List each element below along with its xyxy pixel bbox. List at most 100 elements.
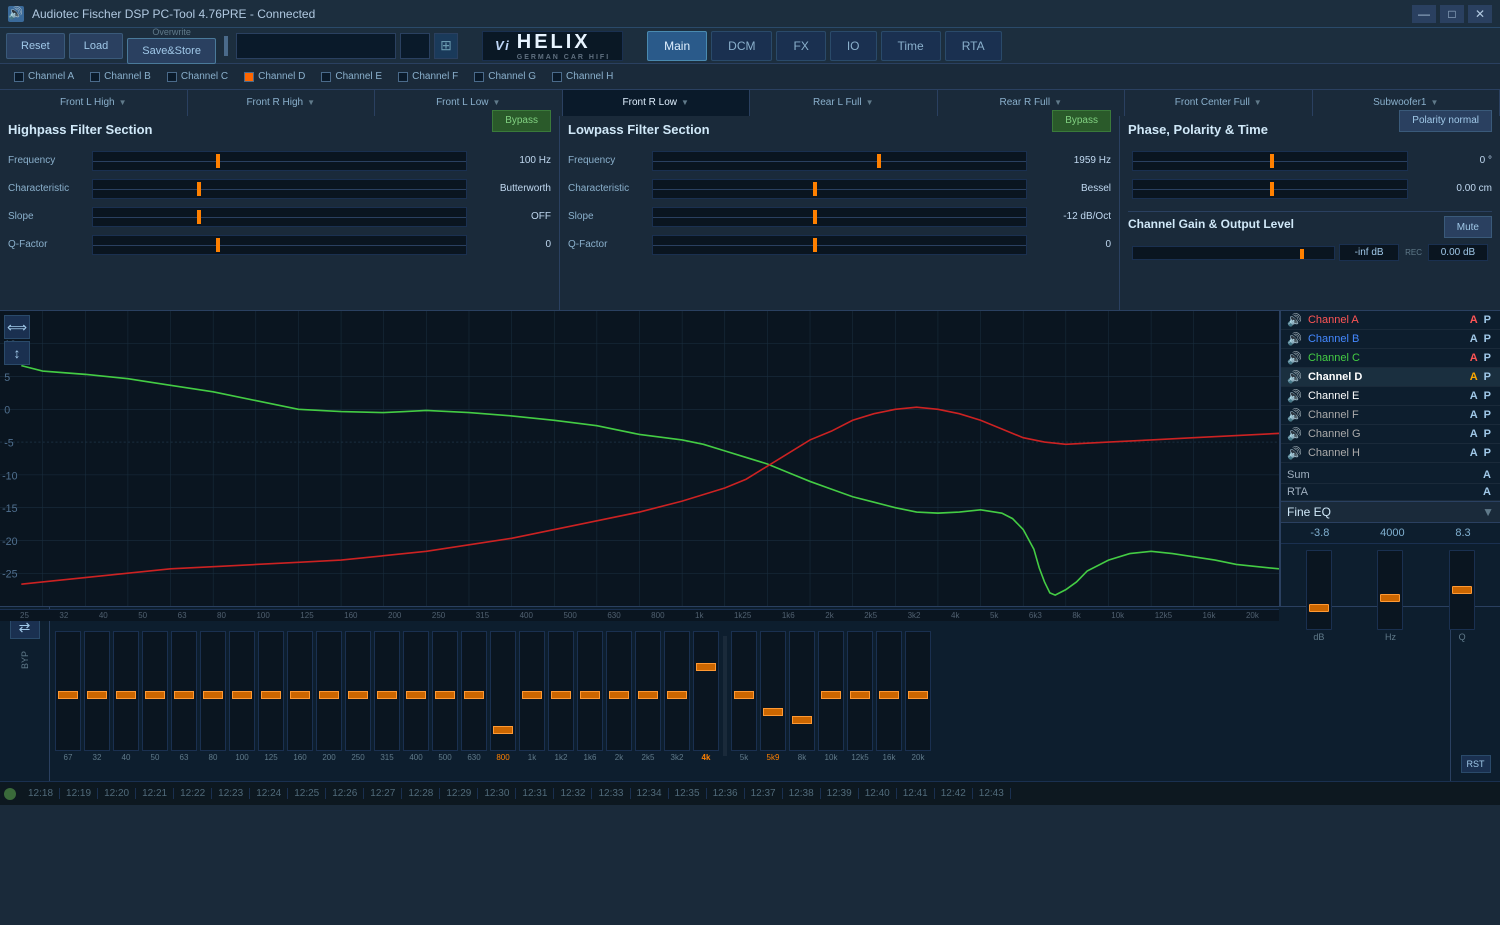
eq-thumb-50[interactable] xyxy=(145,691,165,699)
gain-slider[interactable] xyxy=(1132,246,1335,260)
hp-slope-thumb[interactable] xyxy=(197,210,201,224)
fine-eq-db-thumb[interactable] xyxy=(1309,604,1329,612)
eq-track-400[interactable] xyxy=(403,631,429,751)
sound-icon-d[interactable]: 🔊 xyxy=(1287,370,1302,384)
lp-q-thumb[interactable] xyxy=(813,238,817,252)
eq-track-40[interactable] xyxy=(113,631,139,751)
eq-track-1k[interactable] xyxy=(519,631,545,751)
eq-thumb-1k[interactable] xyxy=(522,691,542,699)
eq-thumb-200[interactable] xyxy=(319,691,339,699)
channel-c-checkbox[interactable] xyxy=(167,72,177,82)
eq-track-1k2[interactable] xyxy=(548,631,574,751)
channel-c-check[interactable]: Channel C xyxy=(159,71,236,82)
eq-track-125[interactable] xyxy=(258,631,284,751)
eq-track-1k6[interactable] xyxy=(577,631,603,751)
eq-track-2k5[interactable] xyxy=(635,631,661,751)
fine-eq-hz-thumb[interactable] xyxy=(1380,594,1400,602)
eq-thumb-80[interactable] xyxy=(203,691,223,699)
channel-h-check[interactable]: Channel H xyxy=(544,71,621,82)
hp-freq-slider[interactable] xyxy=(92,151,467,171)
channel-a-check[interactable]: Channel A xyxy=(6,71,82,82)
channel-e-checkbox[interactable] xyxy=(321,72,331,82)
eq-track-10k[interactable] xyxy=(818,631,844,751)
lp-slope-thumb[interactable] xyxy=(813,210,817,224)
eq-thumb-1k6[interactable] xyxy=(580,691,600,699)
eq-track-2k[interactable] xyxy=(606,631,632,751)
eq-thumb-125[interactable] xyxy=(261,691,281,699)
eq-track-100[interactable] xyxy=(229,631,255,751)
sidebar-ch-g-active[interactable]: A xyxy=(1467,428,1481,440)
eq-thumb-2k5[interactable] xyxy=(638,691,658,699)
eq-track-500[interactable] xyxy=(432,631,458,751)
fine-eq-db-track[interactable] xyxy=(1306,550,1332,630)
lp-char-slider[interactable] xyxy=(652,179,1027,199)
nav-time-button[interactable]: Time xyxy=(881,31,941,61)
fine-eq-hz-track[interactable] xyxy=(1377,550,1403,630)
eq-track-32[interactable] xyxy=(84,631,110,751)
eq-track-630[interactable] xyxy=(461,631,487,751)
eq-thumb-315[interactable] xyxy=(377,691,397,699)
lp-slope-slider[interactable] xyxy=(652,207,1027,227)
channel-d-check[interactable]: Channel D xyxy=(236,71,313,82)
sound-icon-a[interactable]: 🔊 xyxy=(1287,313,1302,327)
eq-thumb-20k[interactable] xyxy=(908,691,928,699)
eq-rst-button[interactable]: RST xyxy=(1461,755,1491,773)
sound-icon-g[interactable]: 🔊 xyxy=(1287,427,1302,441)
channel-b-checkbox[interactable] xyxy=(90,72,100,82)
nav-main-button[interactable]: Main xyxy=(647,31,707,61)
reset-button[interactable]: Reset xyxy=(6,33,65,59)
sidebar-ch-h-p[interactable]: P xyxy=(1481,447,1494,459)
eq-thumb-63[interactable] xyxy=(174,691,194,699)
eq-thumb-160[interactable] xyxy=(290,691,310,699)
ch-front-center[interactable]: Front Center Full ▼ xyxy=(1125,90,1313,116)
channel-g-checkbox[interactable] xyxy=(474,72,484,82)
maximize-button[interactable]: □ xyxy=(1440,5,1464,23)
sidebar-ch-d-p[interactable]: P xyxy=(1481,371,1494,383)
eq-thumb-800[interactable] xyxy=(493,726,513,734)
eq-track-8k[interactable] xyxy=(789,631,815,751)
eq-thumb-40[interactable] xyxy=(116,691,136,699)
phase-thumb[interactable] xyxy=(1270,154,1274,168)
sidebar-ch-c-active[interactable]: A xyxy=(1467,352,1481,364)
eq-thumb-32[interactable] xyxy=(87,691,107,699)
ch-front-l-high[interactable]: Front L High ▼ xyxy=(0,90,188,116)
eq-thumb-4k[interactable] xyxy=(696,663,716,671)
channel-b-check[interactable]: Channel B xyxy=(82,71,159,82)
eq-thumb-5k9[interactable] xyxy=(763,708,783,716)
eq-thumb-250[interactable] xyxy=(348,691,368,699)
sidebar-ch-e-p[interactable]: P xyxy=(1481,390,1494,402)
channel-d-checkbox[interactable] xyxy=(244,72,254,82)
eq-track-3k2[interactable] xyxy=(664,631,690,751)
nav-io-button[interactable]: IO xyxy=(830,31,877,61)
nav-fx-button[interactable]: FX xyxy=(776,31,825,61)
ch-front-r-high[interactable]: Front R High ▼ xyxy=(188,90,376,116)
channel-f-check[interactable]: Channel F xyxy=(390,71,466,82)
nav-rta-button[interactable]: RTA xyxy=(945,31,1002,61)
eq-thumb-400[interactable] xyxy=(406,691,426,699)
eq-track-315[interactable] xyxy=(374,631,400,751)
eq-thumb-100[interactable] xyxy=(232,691,252,699)
sound-icon-c[interactable]: 🔊 xyxy=(1287,351,1302,365)
eq-thumb-5k[interactable] xyxy=(734,691,754,699)
eq-thumb-500[interactable] xyxy=(435,691,455,699)
sidebar-ch-f-active[interactable]: A xyxy=(1467,409,1481,421)
hp-slope-slider[interactable] xyxy=(92,207,467,227)
sidebar-rta-a[interactable]: A xyxy=(1480,486,1494,498)
lp-char-thumb[interactable] xyxy=(813,182,817,196)
preset-number-input[interactable]: 2 xyxy=(400,33,430,59)
ch-front-r-low[interactable]: Front R Low ▼ xyxy=(563,90,751,116)
sidebar-ch-b-p[interactable]: P xyxy=(1481,333,1494,345)
eq-track-63[interactable] xyxy=(171,631,197,751)
eq-thumb-3k2[interactable] xyxy=(667,691,687,699)
time-slider[interactable] xyxy=(1132,179,1408,199)
sound-icon-h[interactable]: 🔊 xyxy=(1287,446,1302,460)
minimize-button[interactable]: — xyxy=(1412,5,1436,23)
load-button[interactable]: Load xyxy=(69,33,123,59)
hp-q-slider[interactable] xyxy=(92,235,467,255)
eq-track-20k[interactable] xyxy=(905,631,931,751)
close-button[interactable]: ✕ xyxy=(1468,5,1492,23)
zoom-xy-button[interactable]: ⟺ xyxy=(4,315,30,339)
lowpass-bypass-button[interactable]: Bypass xyxy=(1052,110,1111,132)
channel-a-checkbox[interactable] xyxy=(14,72,24,82)
eq-thumb-10k[interactable] xyxy=(821,691,841,699)
